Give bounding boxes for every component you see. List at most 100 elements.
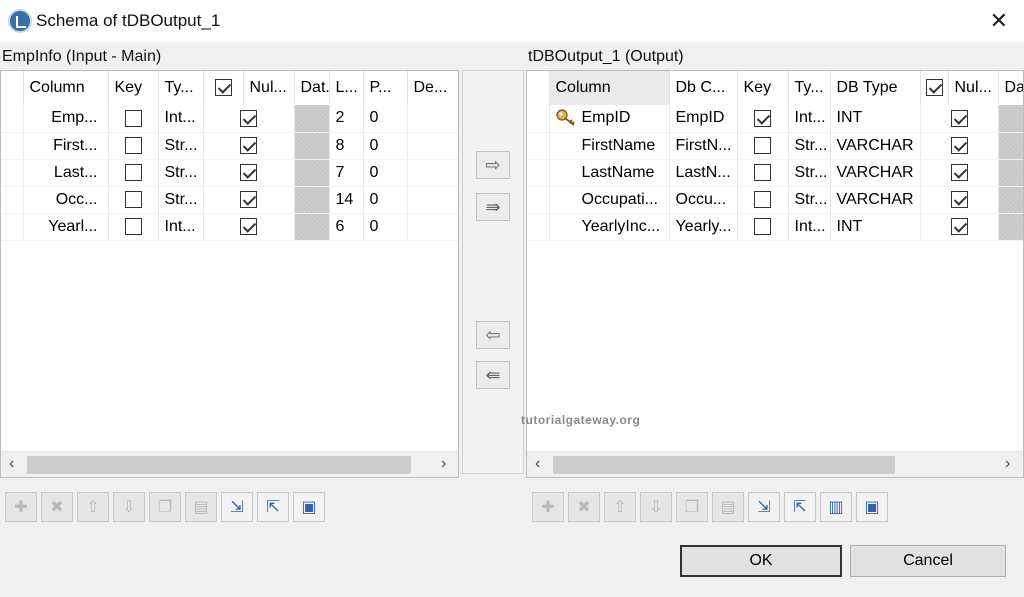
key-checkbox[interactable] (754, 136, 771, 154)
table-row[interactable]: Emp... Int... 2 0 (1, 105, 458, 133)
add-icon[interactable]: ✚ (532, 492, 564, 522)
header-date-pattern[interactable]: Da (998, 71, 1023, 105)
import-icon[interactable]: ⇲ (221, 492, 253, 522)
nullable-checkbox[interactable] (950, 190, 968, 208)
type-cell[interactable]: Int... (788, 213, 831, 241)
column-name-cell[interactable]: Last... (23, 159, 109, 187)
move-down-icon[interactable]: ⇩ (113, 492, 145, 522)
output-horizontal-scrollbar[interactable]: ‹ › (527, 451, 1023, 477)
close-icon[interactable]: ✕ (990, 8, 1008, 34)
db-column-cell[interactable]: Occu... (669, 186, 738, 214)
header-default[interactable]: De... (407, 71, 458, 105)
scroll-left-icon[interactable]: ‹ (535, 455, 540, 473)
precision-cell[interactable]: 0 (363, 213, 408, 241)
save-icon[interactable]: ▣ (293, 492, 325, 522)
export-icon[interactable]: ⇱ (257, 492, 289, 522)
nullable-checkbox[interactable] (240, 190, 257, 208)
column-name-cell[interactable]: Occupati... (549, 186, 670, 214)
db-type-cell[interactable]: VARCHAR (830, 159, 921, 187)
scroll-left-icon[interactable]: ‹ (9, 455, 14, 473)
move-down-icon[interactable]: ⇩ (640, 492, 672, 522)
header-precision[interactable]: P... (363, 71, 408, 105)
paste-icon[interactable]: ▤ (185, 492, 217, 522)
column-name-cell[interactable]: Occ... (23, 186, 109, 214)
type-cell[interactable]: Str... (788, 132, 831, 160)
header-length[interactable]: L... (329, 71, 364, 105)
type-cell[interactable]: Str... (788, 159, 831, 187)
nullable-checkbox[interactable] (240, 109, 257, 127)
key-checkbox[interactable] (754, 109, 771, 127)
nullable-checkbox[interactable] (240, 136, 257, 154)
header-nullable[interactable]: Nul... (948, 71, 999, 105)
import-icon[interactable]: ⇲ (748, 492, 780, 522)
add-icon[interactable]: ✚ (5, 492, 37, 522)
table-row[interactable]: FirstName FirstN... Str... VARCHAR (527, 132, 1023, 160)
key-checkbox[interactable] (754, 217, 771, 235)
type-cell[interactable]: Int... (158, 213, 204, 241)
db-type-cell[interactable]: INT (830, 105, 921, 133)
nullable-checkbox[interactable] (950, 217, 968, 235)
nullable-all-checkbox[interactable] (214, 79, 232, 97)
db-type-cell[interactable]: INT (830, 213, 921, 241)
table-row[interactable]: Last... Str... 7 0 (1, 159, 458, 187)
nullable-checkbox[interactable] (950, 136, 968, 154)
column-name-cell[interactable]: LastName (549, 159, 670, 187)
header-type[interactable]: Ty... (788, 71, 831, 105)
copy-selected-right-button[interactable]: ⇨ (476, 151, 510, 179)
default-cell[interactable] (407, 213, 458, 241)
key-checkbox[interactable] (754, 163, 771, 181)
input-horizontal-scrollbar[interactable]: ‹ › (1, 451, 458, 477)
type-cell[interactable]: Str... (158, 132, 204, 160)
header-column[interactable]: Column (23, 71, 109, 105)
nullable-checkbox[interactable] (950, 109, 968, 127)
default-cell[interactable] (407, 105, 458, 133)
length-cell[interactable]: 14 (329, 186, 364, 214)
copy-selected-left-button[interactable]: ⇦ (476, 321, 510, 349)
precision-cell[interactable]: 0 (363, 159, 408, 187)
db-column-cell[interactable]: EmpID (669, 105, 738, 133)
ok-button[interactable]: OK (680, 545, 842, 577)
copy-icon[interactable]: ❐ (149, 492, 181, 522)
precision-cell[interactable]: 0 (363, 186, 408, 214)
column-name-cell[interactable]: YearlyInc... (549, 213, 670, 241)
db-column-cell[interactable]: LastN... (669, 159, 738, 187)
header-key[interactable]: Key (108, 71, 159, 105)
scrollbar-thumb[interactable] (553, 456, 895, 474)
key-checkbox[interactable] (754, 190, 771, 208)
header-db-type[interactable]: DB Type (830, 71, 921, 105)
precision-cell[interactable]: 0 (363, 132, 408, 160)
db-column-cell[interactable]: Yearly... (669, 213, 738, 241)
length-cell[interactable]: 7 (329, 159, 364, 187)
table-row[interactable]: LastName LastN... Str... VARCHAR (527, 159, 1023, 187)
export-icon[interactable]: ⇱ (784, 492, 816, 522)
nullable-checkbox[interactable] (950, 163, 968, 181)
nullable-checkbox[interactable] (240, 163, 257, 181)
table-row[interactable]: Occ... Str... 14 0 (1, 186, 458, 214)
header-nullable[interactable]: Nul... (243, 71, 295, 105)
scrollbar-thumb[interactable] (27, 456, 411, 474)
delete-icon[interactable]: ✖ (568, 492, 600, 522)
column-name-cell[interactable]: FirstName (549, 132, 670, 160)
header-nullable-checkbox-cell[interactable] (920, 71, 949, 105)
type-cell[interactable]: Int... (788, 105, 831, 133)
key-checkbox[interactable] (124, 217, 142, 235)
type-cell[interactable]: Str... (158, 186, 204, 214)
header-db-column[interactable]: Db C... (669, 71, 738, 105)
key-checkbox[interactable] (124, 109, 142, 127)
move-up-icon[interactable]: ⇧ (77, 492, 109, 522)
db-column-cell[interactable]: FirstN... (669, 132, 738, 160)
column-name-cell[interactable]: Yearl... (23, 213, 109, 241)
header-key[interactable]: Key (737, 71, 789, 105)
table-row[interactable]: Occupati... Occu... Str... VARCHAR (527, 186, 1023, 214)
length-cell[interactable]: 6 (329, 213, 364, 241)
key-checkbox[interactable] (124, 190, 142, 208)
header-date-pattern[interactable]: Dat... (294, 71, 330, 105)
nullable-checkbox[interactable] (240, 217, 257, 235)
default-cell[interactable] (407, 186, 458, 214)
nullable-all-checkbox[interactable] (925, 79, 943, 97)
column-name-cell[interactable]: Emp... (23, 105, 109, 133)
move-up-icon[interactable]: ⇧ (604, 492, 636, 522)
save-icon[interactable]: ▣ (856, 492, 888, 522)
copy-all-left-button[interactable]: ⇚ (476, 361, 510, 389)
type-cell[interactable]: Str... (788, 186, 831, 214)
